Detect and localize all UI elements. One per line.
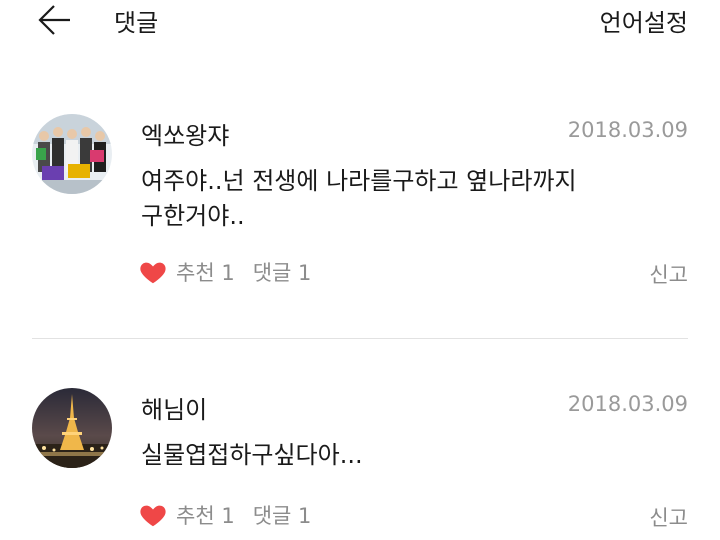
avatar[interactable]	[32, 388, 112, 468]
reply-count-button[interactable]: 댓글 1	[253, 500, 312, 530]
author-name[interactable]: 해님이	[141, 390, 207, 425]
back-arrow-icon[interactable]	[34, 2, 74, 38]
language-settings-button[interactable]: 언어설정	[600, 3, 688, 38]
comment-item: 해님이 2018.03.09 실물엽접하구싶다아... 추천 1 댓글 1 신고	[0, 384, 720, 540]
group-photo-image	[32, 114, 112, 194]
comment-text-line: 여주야..넌 전생에 나라를구하고 옆나라까지	[141, 167, 577, 195]
heart-icon[interactable]	[138, 257, 168, 287]
author-name[interactable]: 엑쏘왕쟈	[141, 116, 229, 151]
comment-date: 2018.03.09	[567, 392, 688, 416]
report-button[interactable]: 신고	[649, 502, 688, 532]
comment-item: 엑쏘왕쟈 2018.03.09 여주야..넌 전생에 나라를구하고 옆나라까지 …	[0, 110, 720, 290]
reply-count-button[interactable]: 댓글 1	[253, 257, 312, 287]
divider	[32, 338, 688, 339]
like-count-button[interactable]: 추천 1	[176, 257, 235, 287]
comment-text: 실물엽접하구싶다아...	[141, 438, 661, 473]
like-count-button[interactable]: 추천 1	[176, 500, 235, 530]
comment-actions: 추천 1 댓글 1	[138, 498, 329, 532]
comment-text-line: 실물엽접하구싶다아...	[141, 441, 363, 469]
top-bar: 댓글 언어설정	[0, 0, 720, 44]
comment-actions: 추천 1 댓글 1	[138, 255, 329, 289]
comment-text-line: 구한거야..	[141, 202, 245, 230]
comment-date: 2018.03.09	[567, 118, 688, 142]
avatar[interactable]	[32, 114, 112, 194]
heart-icon[interactable]	[138, 500, 168, 530]
report-button[interactable]: 신고	[649, 259, 688, 289]
comment-text: 여주야..넌 전생에 나라를구하고 옆나라까지 구한거야..	[141, 164, 661, 234]
eiffel-tower-image	[32, 388, 112, 468]
page-title: 댓글	[114, 9, 159, 37]
